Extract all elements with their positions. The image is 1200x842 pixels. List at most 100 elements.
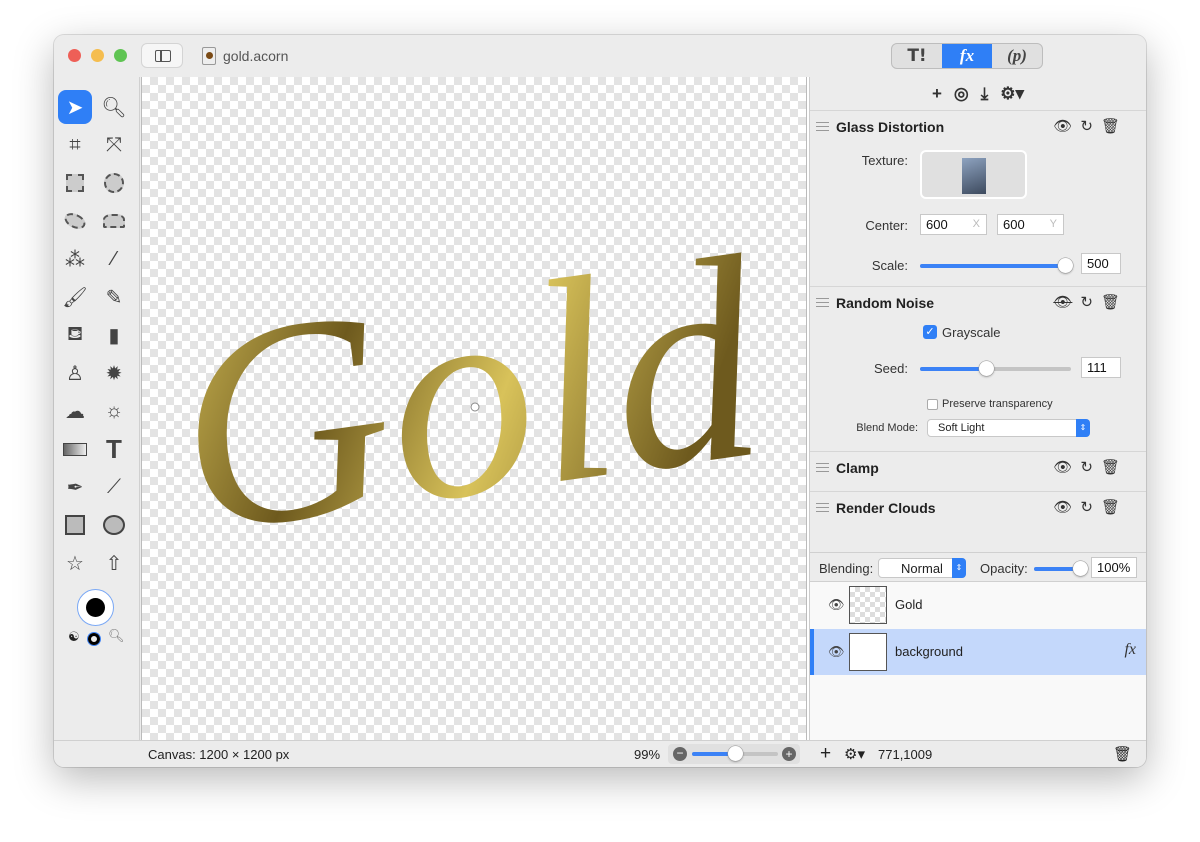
color-swatch-icon <box>86 598 105 617</box>
texture-well[interactable] <box>920 150 1027 199</box>
eraser-tool[interactable]: ▮ <box>97 318 131 352</box>
smudge-tool[interactable]: ✹ <box>97 356 131 390</box>
sidebar-toggle-button[interactable] <box>141 43 183 68</box>
preserve-transparency-checkbox[interactable] <box>927 399 938 410</box>
line-tool[interactable]: ⟋ <box>97 470 131 504</box>
status-bar: Canvas: 1200 × 1200 px 99% − + <box>54 740 810 767</box>
eye-icon[interactable]: 👁︎ <box>1053 117 1072 135</box>
drag-handle-icon[interactable] <box>816 463 829 472</box>
zoom-out-icon[interactable]: − <box>673 747 687 761</box>
dodge-tool[interactable]: ☼ <box>97 394 131 428</box>
burn-tool[interactable]: ☁ <box>58 394 92 428</box>
scale-label: Scale: <box>871 258 908 273</box>
swap-colors-icon[interactable]: ☯ <box>68 629 80 645</box>
oval-tool[interactable] <box>97 508 131 542</box>
reset-icon[interactable]: ↻ <box>1080 293 1093 311</box>
drag-handle-icon[interactable] <box>816 298 829 307</box>
color-well[interactable] <box>77 589 114 626</box>
add-layer-icon[interactable]: + <box>820 743 831 765</box>
star-icon: ☆ <box>66 552 84 575</box>
filter-random-noise: Random Noise 👁︎ ↻ 🗑︎ ✓ Grayscale Seed: 111… <box>810 287 1146 452</box>
transform-handle[interactable] <box>470 402 480 412</box>
zoom-in-icon[interactable]: + <box>782 747 796 761</box>
brush-tool[interactable]: 🖌︎ <box>58 280 92 314</box>
opacity-field[interactable]: 100% <box>1091 557 1137 578</box>
zoom-button[interactable] <box>114 49 127 62</box>
drag-handle-icon[interactable] <box>816 503 829 512</box>
rectangle-tool[interactable] <box>58 508 92 542</box>
layer-fx-badge[interactable]: fx <box>1124 641 1136 659</box>
drag-handle-icon[interactable] <box>816 122 829 131</box>
eye-icon[interactable]: 👁︎ <box>1053 498 1072 516</box>
tab-properties[interactable]: (p) <box>992 44 1042 68</box>
grayscale-checkbox[interactable]: ✓ <box>923 325 937 339</box>
grayscale-label: Grayscale <box>942 325 1001 340</box>
zoom-control: − + <box>668 744 800 764</box>
trash-icon[interactable]: 🗑︎ <box>1101 117 1120 135</box>
eye-slash-icon[interactable]: 👁︎ <box>1053 293 1072 311</box>
reset-icon[interactable]: ↻ <box>1080 498 1093 516</box>
rect-select-tool[interactable] <box>58 166 92 200</box>
scale-field[interactable]: 500 <box>1081 253 1121 274</box>
image-canvas[interactable]: Gold <box>141 77 806 740</box>
fill-tool[interactable]: ⛾ <box>58 318 92 352</box>
trash-icon[interactable]: 🗑︎ <box>1101 498 1120 516</box>
blend-mode-label: Blend Mode: <box>856 422 918 434</box>
pen-tool[interactable]: ✒ <box>58 470 92 504</box>
plus-icon[interactable]: + <box>932 84 942 104</box>
layer-row-background[interactable]: 👁︎ background fx <box>810 629 1146 675</box>
close-button[interactable] <box>68 49 81 62</box>
paint-bucket-icon: ⛾ <box>66 322 84 345</box>
select-tool[interactable]: ➤ <box>58 90 92 124</box>
filter-name: Random Noise <box>836 295 935 311</box>
layer-row-gold[interactable]: 👁︎ Gold <box>810 582 1146 628</box>
rectangle-icon <box>65 515 85 535</box>
reset-icon[interactable]: ↻ <box>1080 117 1093 135</box>
scale-slider[interactable] <box>920 258 1073 273</box>
zoom-slider[interactable] <box>692 746 778 761</box>
center-label: Center: <box>865 218 908 233</box>
gear-icon[interactable]: ⚙▾ <box>1000 84 1024 104</box>
tab-filters[interactable]: fx <box>942 44 992 68</box>
trash-icon[interactable]: 🗑︎ <box>1101 458 1120 476</box>
zoom-tool[interactable]: 🔍︎ <box>97 90 131 124</box>
center-x-field[interactable]: 600 X <box>920 214 987 235</box>
arrow-shape-tool[interactable]: ⇧ <box>97 546 131 580</box>
reset-icon[interactable]: ↻ <box>1080 458 1093 476</box>
lasso-icon <box>62 210 88 232</box>
eye-icon[interactable]: 👁︎ <box>828 597 845 613</box>
download-icon[interactable]: ⤓ <box>981 84 989 104</box>
filter-presets-icon[interactable]: ◎ <box>954 84 969 104</box>
center-y-field[interactable]: 600 Y <box>997 214 1064 235</box>
instant-alpha-tool[interactable]: ⁄ <box>97 242 131 276</box>
blend-mode-select[interactable]: Soft Light ⇕ <box>927 419 1090 437</box>
loupe-icon[interactable]: 🔍︎ <box>108 628 125 644</box>
magic-wand-tool[interactable]: ⁂ <box>58 242 92 276</box>
mode-segmented-control: T! fx (p) <box>891 43 1043 69</box>
minimize-button[interactable] <box>91 49 104 62</box>
seed-slider[interactable] <box>920 361 1071 376</box>
brush-icon: 🖌︎ <box>62 286 88 309</box>
stamp-icon: ♙ <box>66 362 84 385</box>
pencil-tool[interactable]: ✎ <box>97 280 131 314</box>
transform-tool[interactable]: ⤧ <box>97 128 131 162</box>
blending-select[interactable]: Normal ⇕ <box>878 558 966 578</box>
star-tool[interactable]: ☆ <box>58 546 92 580</box>
trash-icon[interactable]: 🗑︎ <box>1113 745 1132 763</box>
ellipse-select-tool[interactable] <box>97 166 131 200</box>
gear-icon[interactable]: ⚙▾ <box>844 745 865 763</box>
polygon-lasso-tool[interactable] <box>97 204 131 238</box>
gradient-tool[interactable] <box>58 432 92 466</box>
tab-tools[interactable]: T! <box>892 44 942 68</box>
opacity-slider[interactable] <box>1034 561 1088 576</box>
trash-icon[interactable]: 🗑︎ <box>1101 293 1120 311</box>
clone-tool[interactable]: ♙ <box>58 356 92 390</box>
lasso-tool[interactable] <box>58 204 92 238</box>
crop-tool[interactable]: ⌗ <box>58 128 92 162</box>
text-tool[interactable]: T <box>97 432 131 466</box>
eye-icon[interactable]: 👁︎ <box>828 644 845 660</box>
default-colors-icon[interactable] <box>88 633 100 645</box>
eye-icon[interactable]: 👁︎ <box>1053 458 1072 476</box>
seed-field[interactable]: 111 <box>1081 357 1121 378</box>
sidebar-icon <box>155 50 171 62</box>
